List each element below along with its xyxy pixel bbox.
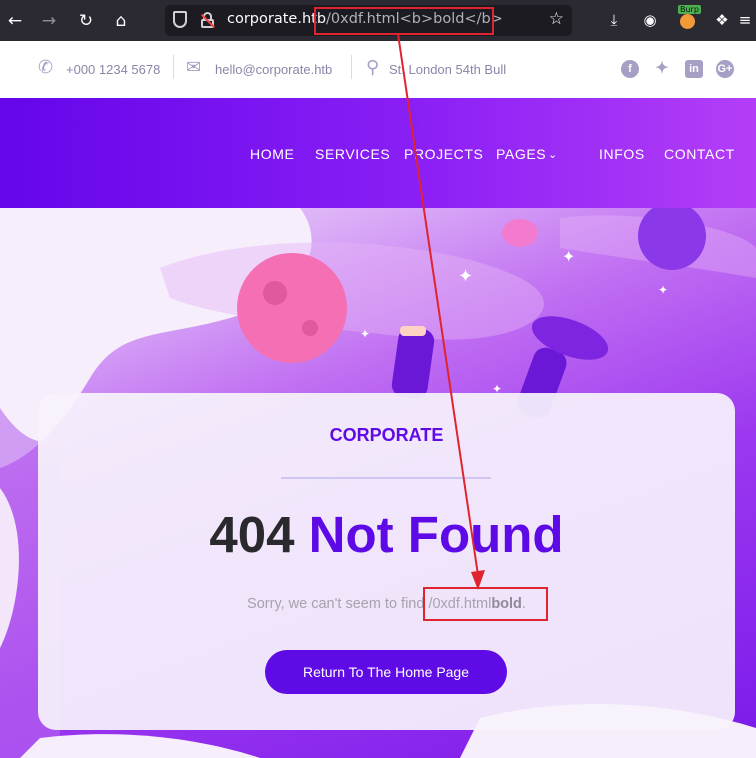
svg-text:✦: ✦ [658,283,668,297]
url-host: corporate.htb [227,11,327,27]
reload-icon[interactable]: ↻ [73,8,99,34]
return-home-button[interactable]: Return To The Home Page [265,650,507,694]
forward-icon[interactable]: → [36,8,62,34]
svg-text:✦: ✦ [562,247,575,266]
insecure-lock-icon[interactable] [200,12,216,29]
nav-infos[interactable]: INFOS [599,146,645,162]
bookmark-star-icon[interactable]: ☆ [549,9,564,29]
nav-projects[interactable]: PROJECTS [404,146,483,162]
menu-icon[interactable]: ≡ [733,8,756,32]
envelope-icon: ✉ [186,57,202,78]
url-highlight-box [314,7,494,35]
nav-pages[interactable]: PAGES [496,146,546,162]
output-highlight-box [423,587,548,621]
facebook-icon[interactable]: f [621,60,639,78]
error-code: 404 [209,506,295,563]
location-pin-icon: ⚲ [366,57,380,78]
error-message-prefix: Sorry, we can't seem to find [247,596,429,612]
contact-bar: ✆ +000 1234 5678 ✉ hello@corporate.htb ⚲… [0,41,756,98]
twitter-icon[interactable]: ✦ [653,60,671,78]
back-icon[interactable]: ← [2,8,28,34]
burp-extension-icon[interactable] [680,14,695,29]
nav-services[interactable]: SERVICES [315,146,390,162]
svg-text:✦: ✦ [458,266,473,287]
error-title: Not Found [308,506,564,563]
divider [281,477,491,479]
phone-number[interactable]: +000 1234 5678 [66,62,160,77]
nav-contact[interactable]: CONTACT [664,146,735,162]
download-icon[interactable]: ⤓ [602,8,626,32]
main-navigation: HOME SERVICES PROJECTS PAGES ⌄ INFOS CON… [0,98,756,208]
home-icon[interactable]: ⌂ [108,8,134,34]
svg-text:✦: ✦ [360,327,370,341]
account-icon[interactable]: ◉ [638,8,662,32]
divider [351,55,352,79]
brand-logo[interactable]: CORPORATE [38,425,735,446]
google-plus-icon[interactable]: G+ [716,60,734,78]
chevron-down-icon[interactable]: ⌄ [548,148,558,161]
error-card: CORPORATE 404 Not Found Sorry, we can't … [38,393,735,730]
burp-extension-label: Burp [678,5,701,14]
email-link[interactable]: hello@corporate.htb [215,62,332,77]
nav-home[interactable]: HOME [250,146,294,162]
error-message: Sorry, we can't seem to find /0xdf.htmlb… [38,596,735,612]
phone-icon: ✆ [38,57,54,78]
shield-icon[interactable] [173,11,187,28]
extensions-icon[interactable]: ❖ [710,8,734,32]
linkedin-icon[interactable]: in [685,60,703,78]
divider [173,55,174,79]
address-text: St. London 54th Bull [389,62,507,77]
error-heading: 404 Not Found [38,505,735,564]
